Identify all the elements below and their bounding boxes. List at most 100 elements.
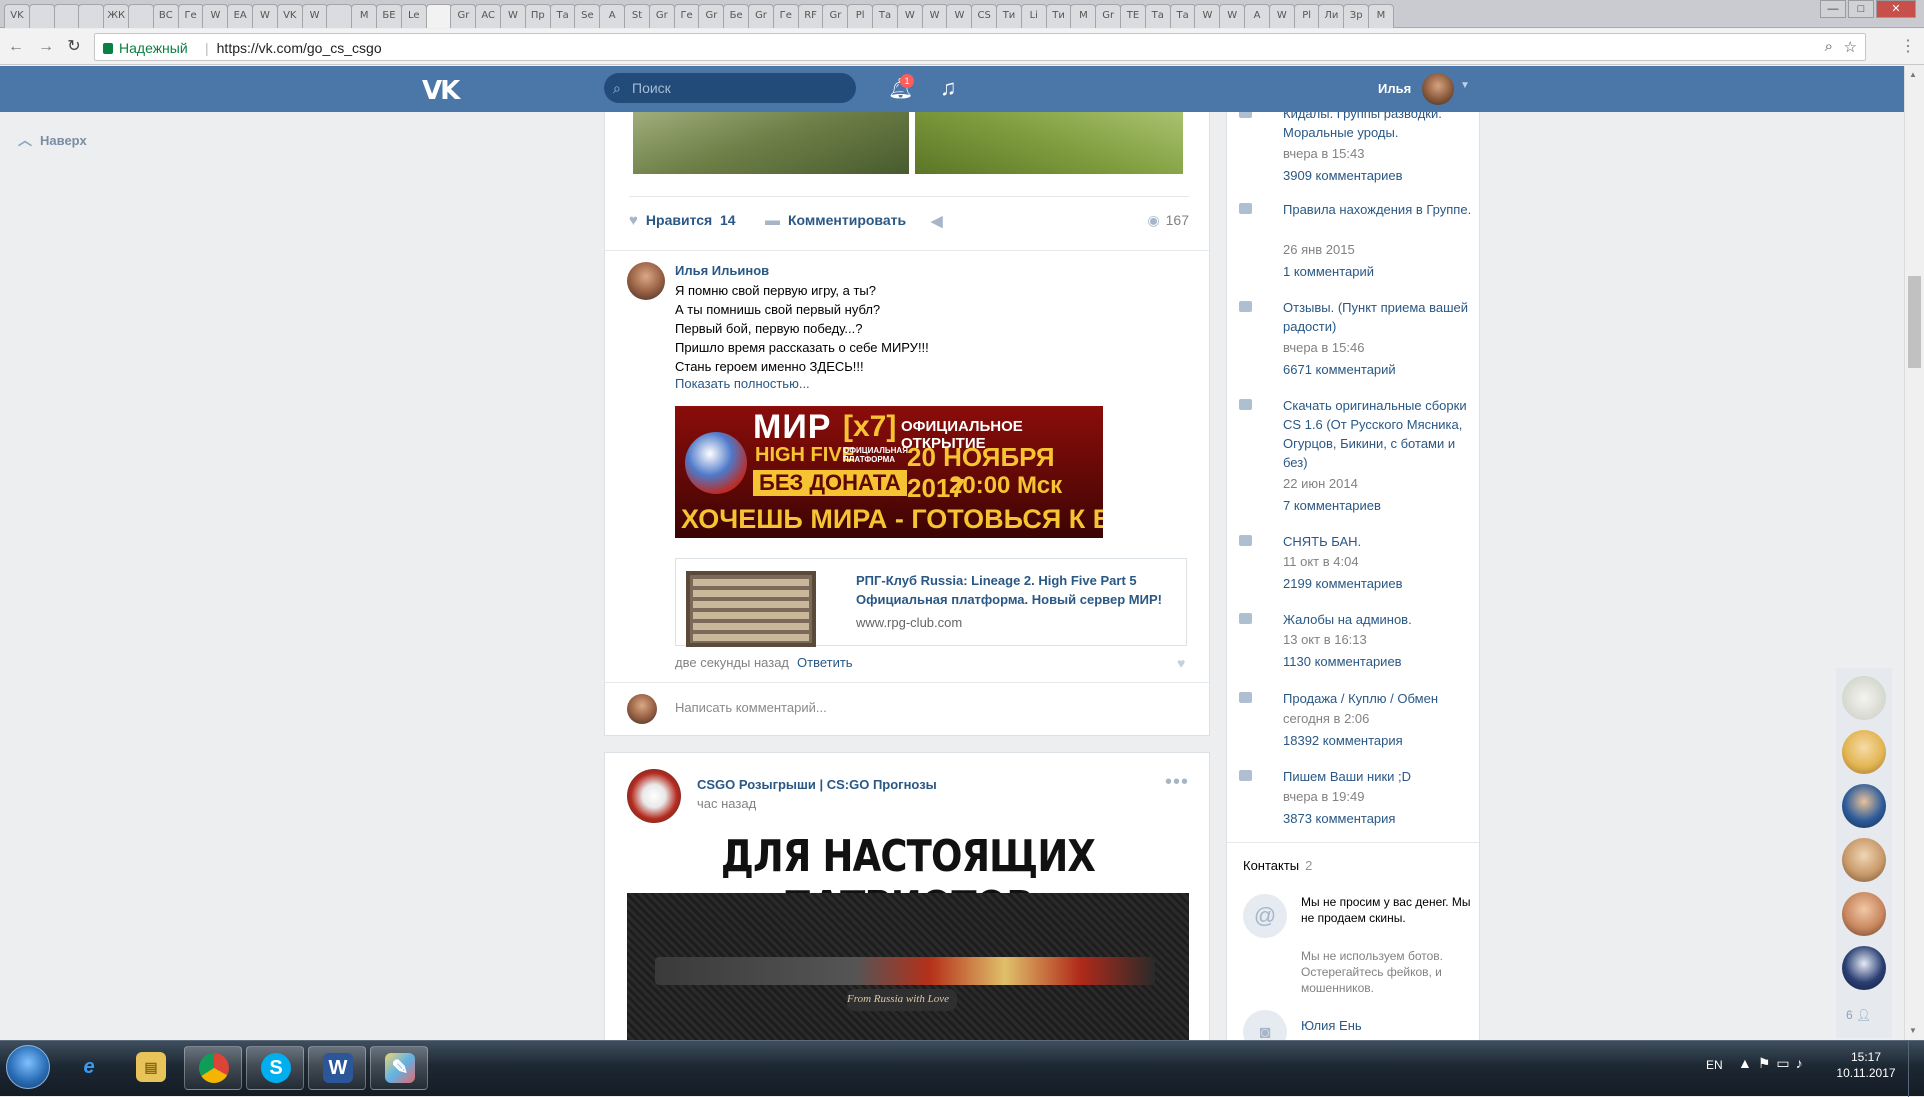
chat-avatar[interactable]	[1842, 676, 1886, 720]
browser-tab[interactable]	[78, 4, 105, 28]
discussion-count[interactable]: 7 комментариев	[1283, 498, 1381, 513]
browser-tab[interactable]: Ге	[673, 4, 700, 28]
browser-tab[interactable]: БЕ	[376, 4, 402, 28]
start-button[interactable]	[6, 1045, 50, 1089]
browser-tab[interactable]: Та	[872, 4, 898, 28]
scrollbar-thumb[interactable]	[1908, 276, 1921, 368]
post-photo[interactable]	[633, 112, 909, 174]
system-tray-icons[interactable]: ▲⚑▭♪	[1738, 1055, 1809, 1072]
chrome-icon[interactable]	[184, 1046, 242, 1090]
reload-button[interactable]: ↻	[62, 35, 86, 59]
music-icon[interactable]: ♫	[940, 75, 957, 101]
contacts-heading[interactable]: Контакты 2	[1243, 858, 1312, 873]
share-button[interactable]: ◀	[931, 212, 951, 230]
chrome-menu-icon[interactable]: ⋮	[1896, 35, 1920, 59]
browser-tab[interactable]: W	[946, 4, 973, 28]
clock[interactable]: 15:17 10.11.2017	[1836, 1049, 1896, 1081]
browser-tab[interactable]: M	[351, 4, 378, 28]
browser-tab[interactable]: W	[921, 4, 948, 28]
more-options-icon[interactable]: •••	[1165, 771, 1189, 794]
browser-tab[interactable]: Gr	[698, 4, 725, 28]
scroll-up-arrow-icon[interactable]: ▲	[1909, 70, 1917, 79]
browser-tab[interactable]: CS	[971, 4, 998, 28]
browser-tab[interactable]: Ге	[772, 4, 799, 28]
url-text[interactable]: | https://vk.com/go_cs_csgo	[205, 40, 382, 56]
browser-tab[interactable]: W	[1219, 4, 1246, 28]
discussion-title[interactable]: Правила нахождения в Группе.	[1283, 200, 1479, 219]
browser-tab[interactable]: W	[301, 4, 328, 28]
browser-tab[interactable]: Ти	[1045, 4, 1072, 28]
browser-tab[interactable]: RF	[797, 4, 824, 28]
browser-tab[interactable]: Ге	[177, 4, 204, 28]
chat-avatar[interactable]	[1842, 730, 1886, 774]
browser-tab[interactable]: Se	[574, 4, 601, 28]
word-icon[interactable]: W	[308, 1046, 366, 1090]
discussion-count[interactable]: 1130 комментариев	[1283, 654, 1402, 669]
show-more-link[interactable]: Показать полностью...	[675, 376, 810, 391]
browser-tab[interactable]: Та	[1144, 4, 1171, 28]
discussion-title[interactable]: СНЯТЬ БАН.	[1283, 532, 1479, 551]
user-name[interactable]: Илья	[1378, 81, 1411, 96]
zoom-icon[interactable]: ⌕	[1825, 38, 1833, 55]
chat-avatar[interactable]	[1842, 784, 1886, 828]
browser-tab[interactable]: M	[1368, 4, 1394, 28]
browser-tab[interactable]	[425, 4, 452, 28]
browser-tab[interactable]: TE	[1120, 4, 1146, 28]
close-button[interactable]: ✕	[1876, 0, 1916, 18]
browser-tab[interactable]: A	[599, 4, 626, 28]
browser-tab[interactable]: Gr	[450, 4, 477, 28]
comment-like-heart-icon[interactable]: ♥	[1177, 655, 1185, 671]
file-explorer-icon[interactable]: ▤	[122, 1046, 180, 1090]
vk-logo[interactable]: VK	[422, 76, 460, 106]
discussion-title[interactable]: Кидалы. Группы разводки. Моральные уроды…	[1283, 112, 1479, 142]
online-count[interactable]: 6 👤︎	[1846, 1008, 1871, 1022]
browser-tab[interactable]: Та	[549, 4, 576, 28]
browser-tab[interactable]: Pl	[1293, 4, 1320, 28]
skype-icon[interactable]: S	[246, 1046, 304, 1090]
discussion-title[interactable]: Скачать оригинальные сборки CS 1.6 (От Р…	[1283, 396, 1479, 472]
maximize-button[interactable]: □	[1848, 0, 1874, 18]
discussion-title[interactable]: Продажа / Куплю / Обмен	[1283, 689, 1479, 708]
ad-banner-image[interactable]: МИР [x7] ОФИЦИАЛЬНОЕ ОТКРЫТИЕ HIGH FIVE …	[675, 406, 1103, 538]
discussion-count[interactable]: 18392 комментария	[1283, 733, 1403, 748]
browser-tab[interactable]: ЖК	[103, 4, 130, 28]
page-scrollbar[interactable]: ▲ ▼	[1904, 66, 1924, 1040]
bookmark-star-icon[interactable]: ☆	[1844, 38, 1857, 56]
discussion-count[interactable]: 3909 комментариев	[1283, 168, 1403, 183]
show-desktop-button[interactable]	[1908, 1041, 1924, 1097]
browser-tab[interactable]	[128, 4, 154, 28]
group-name-link[interactable]: CSGO Розыгрыши | CS:GO Прогнозы	[697, 777, 937, 792]
discussion-title[interactable]: Жалобы на админов.	[1283, 610, 1479, 629]
chat-avatar[interactable]	[1842, 892, 1886, 936]
language-indicator[interactable]: EN	[1706, 1058, 1723, 1072]
browser-tab[interactable]	[53, 4, 80, 28]
minimize-button[interactable]: —	[1820, 0, 1846, 18]
secure-indicator[interactable]: Надежный	[103, 40, 188, 56]
browser-tab[interactable]: Gr	[748, 4, 774, 28]
internet-explorer-icon[interactable]: e	[60, 1046, 118, 1090]
discussion-title[interactable]: Пишем Ваши ники ;D	[1283, 767, 1479, 786]
paint-icon[interactable]: ✎	[370, 1046, 428, 1090]
post-image[interactable]: ДЛЯ НАСТОЯЩИХ ПАТРИОТОВ From Russia with…	[627, 831, 1189, 1053]
scroll-to-top-link[interactable]: ︿ Наверх	[18, 130, 87, 150]
group-avatar[interactable]	[627, 769, 681, 823]
link-preview[interactable]: РПГ-Клуб Russia: Lineage 2. High Five Pa…	[675, 558, 1187, 647]
discussion-count[interactable]: 6671 комментарий	[1283, 362, 1396, 377]
discussion-count[interactable]: 3873 комментария	[1283, 811, 1395, 826]
scroll-down-arrow-icon[interactable]: ▼	[1909, 1026, 1917, 1035]
browser-tab[interactable]: W	[896, 4, 923, 28]
contact-name-link[interactable]: Юлия Ень	[1301, 1018, 1362, 1033]
post-time[interactable]: час назад	[697, 796, 756, 811]
write-comment-input[interactable]: Написать комментарий...	[675, 700, 827, 715]
browser-tab[interactable]: Ти	[996, 4, 1022, 28]
browser-tab[interactable]: Gr	[648, 4, 675, 28]
browser-tab[interactable]: W	[252, 4, 278, 28]
browser-tab[interactable]: Li	[1020, 4, 1047, 28]
reply-link[interactable]: Ответить	[797, 655, 853, 670]
browser-tab[interactable]: Зр	[1343, 4, 1370, 28]
browser-tab[interactable]: Бе	[723, 4, 750, 28]
browser-tab[interactable]: W	[1268, 4, 1295, 28]
browser-tab[interactable]: AC	[475, 4, 502, 28]
browser-tab[interactable]: Gr	[1095, 4, 1122, 28]
browser-tab[interactable]: EA	[227, 4, 254, 28]
